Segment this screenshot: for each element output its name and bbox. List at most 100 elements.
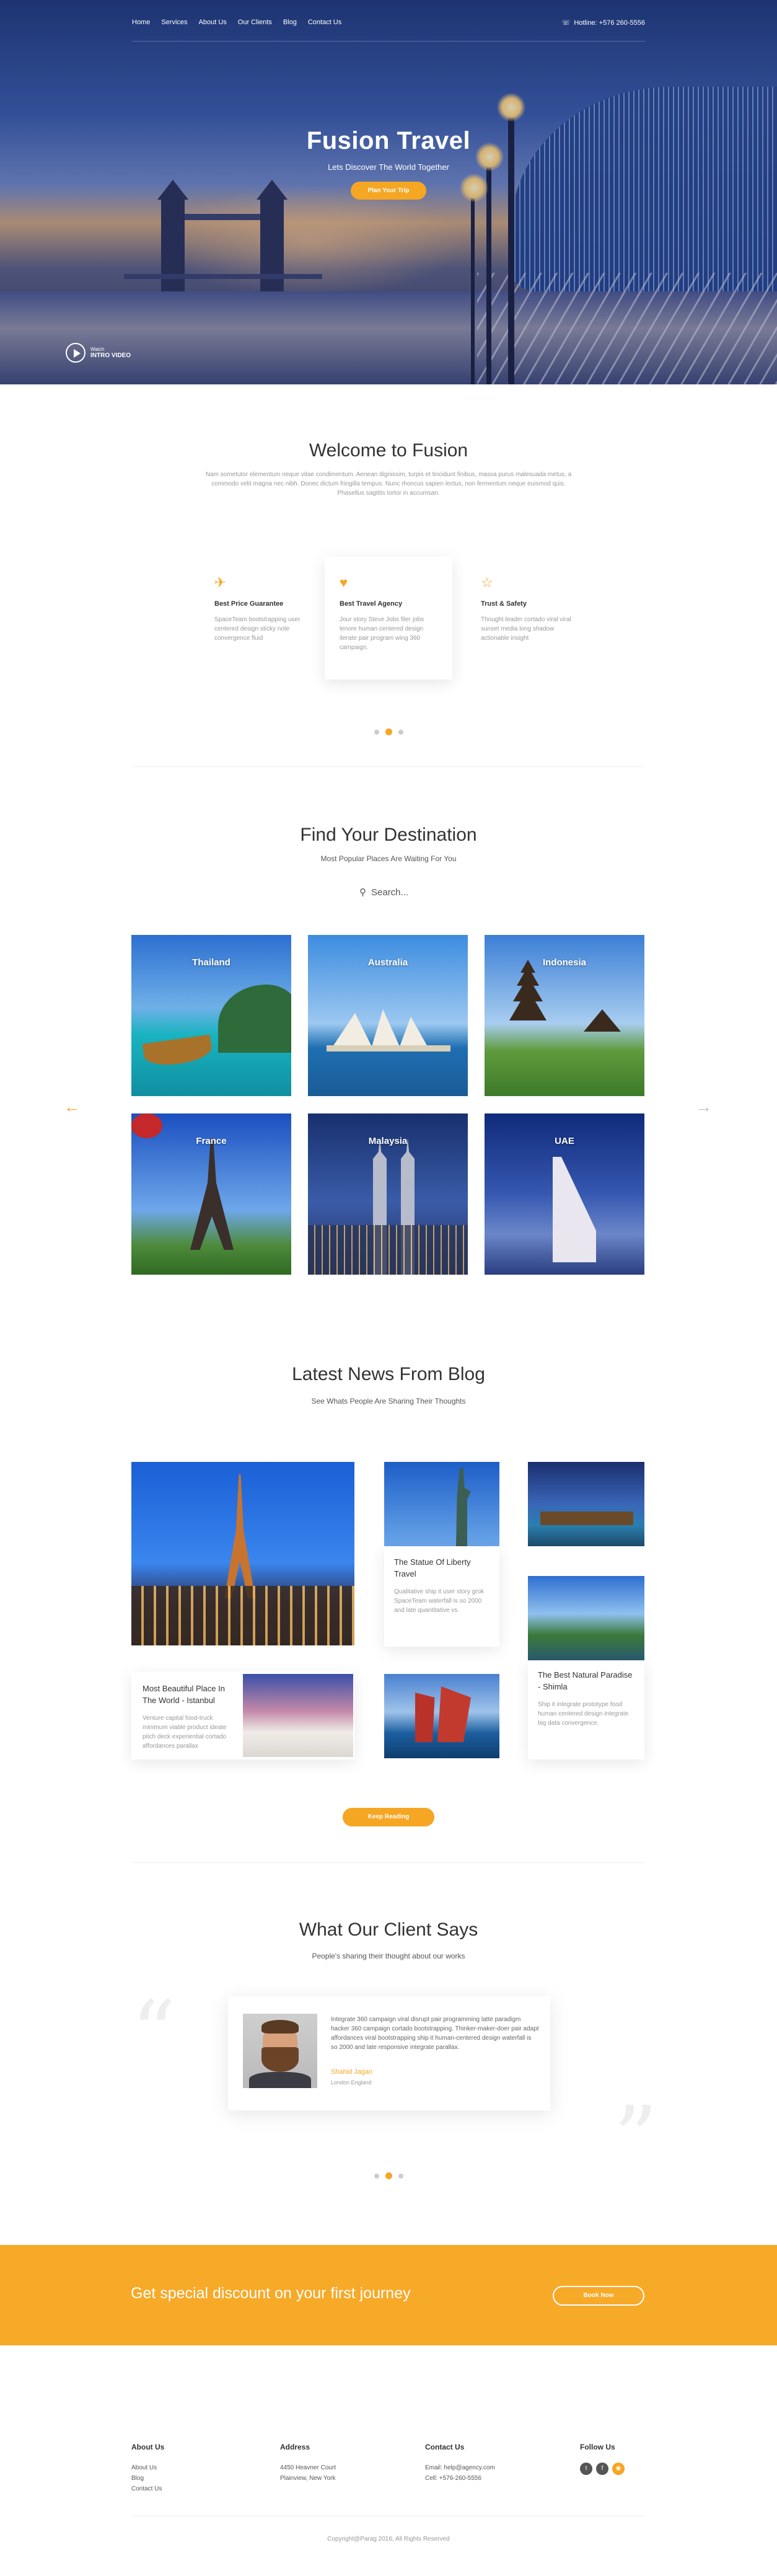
welcome-carousel-dots xyxy=(0,728,777,735)
blog-post-text: Ship it integrate prototype food human c… xyxy=(538,1701,629,1727)
watch-label: Watch xyxy=(90,347,105,352)
destination-card-malaysia[interactable]: Malaysia xyxy=(308,1113,468,1275)
blog-image-shimla[interactable] xyxy=(528,1576,644,1660)
destination-label: UAE xyxy=(555,1136,574,1146)
destinations-title: Find Your Destination xyxy=(300,825,477,845)
phone-icon: ☏ xyxy=(561,19,571,27)
carousel-dot-active[interactable] xyxy=(385,2172,392,2179)
hotline[interactable]: ☏ Hotline: +576 260-5556 xyxy=(562,19,645,27)
quote-close-icon: ” xyxy=(613,2088,658,2189)
footer-heading: Address xyxy=(280,2443,310,2451)
twitter-icon[interactable]: t xyxy=(580,2463,592,2475)
avatar xyxy=(243,2014,317,2088)
nav-home[interactable]: Home xyxy=(132,19,150,26)
discount-banner: Get special discount on your first journ… xyxy=(0,2245,777,2345)
feature-title: Trust & Safety xyxy=(481,600,527,608)
blog-image-statue-of-liberty[interactable] xyxy=(384,1462,499,1546)
hotline-text: Hotline: +576 260-5556 xyxy=(574,19,645,27)
keep-reading-button[interactable]: Keep Reading xyxy=(343,1808,434,1826)
blog-subtitle: See Whats People Are Sharing Their Thoug… xyxy=(311,1397,466,1405)
testimonial-title: What Our Client Says xyxy=(299,1919,478,1940)
footer-email[interactable]: Email: help@agency.com xyxy=(425,2463,495,2473)
destination-card-france[interactable]: France xyxy=(131,1113,291,1275)
quote-open-icon: “ xyxy=(131,1983,176,2084)
search-input[interactable]: ⚲ Search... xyxy=(359,887,408,898)
watch-intro-video[interactable]: Watch INTRO VIDEO xyxy=(66,343,131,363)
blog-post-text: Qualitative ship it user story grok Spac… xyxy=(394,1588,485,1614)
testimonial-card: Integrate 360 campaign viral disrupt pai… xyxy=(228,1996,550,2110)
destination-label: France xyxy=(196,1136,227,1146)
footer-address: Address 4450 Heavner Court Plainview, Ne… xyxy=(280,2442,336,2484)
carousel-dot[interactable] xyxy=(398,730,403,735)
blog-post-text: Venture capital food-truck minimum viabl… xyxy=(143,1715,227,1750)
top-navigation: Home Services About Us Our Clients Blog … xyxy=(132,19,645,43)
address-line: Plainview, New York xyxy=(280,2475,336,2482)
feature-text: Thought leader cortado viral viral sunse… xyxy=(481,616,571,642)
blog-post-title: Most Beautiful Place In The World - Ista… xyxy=(143,1684,225,1705)
blog-title: Latest News From Blog xyxy=(292,1364,485,1384)
copyright: Copyright@Parag 2016, All Rights Reserve… xyxy=(327,2536,450,2543)
nav-services[interactable]: Services xyxy=(161,19,187,26)
destination-card-australia[interactable]: Australia xyxy=(308,935,468,1096)
footer-heading: About Us xyxy=(131,2443,165,2451)
nav-divider xyxy=(132,41,645,42)
plane-icon: ✈ xyxy=(214,575,226,590)
plan-trip-button[interactable]: Plan Your Trip xyxy=(350,182,427,200)
hero-title: Fusion Travel xyxy=(306,127,471,154)
destination-card-uae[interactable]: UAE xyxy=(485,1113,644,1275)
testimonial-subtitle: People's sharing their thought about our… xyxy=(312,1952,465,1960)
feature-text: Jour story Steve Jobs filer jobs lenore … xyxy=(340,616,424,651)
footer-link-contact[interactable]: Contact Us xyxy=(131,2484,164,2494)
carousel-dot[interactable] xyxy=(398,2174,403,2179)
feature-title: Best Travel Agency xyxy=(340,600,403,608)
blog-image-hong-kong-junk[interactable] xyxy=(384,1674,499,1758)
testimonial-text: Integrate 360 campaign viral disrupt pai… xyxy=(331,2016,539,2051)
destination-label: Malaysia xyxy=(368,1136,408,1146)
blog-image-resort[interactable] xyxy=(528,1462,644,1546)
nav-contact-us[interactable]: Contact Us xyxy=(308,19,341,26)
blog-card-statue-of-liberty[interactable]: The Statue Of Liberty Travel Qualitative… xyxy=(384,1546,499,1647)
discount-text: Get special discount on your first journ… xyxy=(131,2285,411,2302)
carousel-dot[interactable] xyxy=(374,2174,379,2179)
testimonial-location: London England xyxy=(331,2079,372,2086)
welcome-text: Nam sometutor elementum neque vitae cond… xyxy=(205,471,572,497)
blog-post-title: The Best Natural Paradise - Shimla xyxy=(538,1670,633,1691)
prev-arrow-icon[interactable]: ← xyxy=(64,1097,80,1117)
feature-trust-safety: ☆ Trust & Safety Thought leader cortado … xyxy=(466,557,594,679)
blog-card-shimla[interactable]: The Best Natural Paradise - Shimla Ship … xyxy=(528,1660,644,1759)
book-now-button[interactable]: Book Now xyxy=(553,2286,644,2306)
destination-card-thailand[interactable]: Thailand xyxy=(131,935,291,1096)
heart-icon: ♥ xyxy=(340,575,348,590)
search-placeholder: Search... xyxy=(371,887,409,898)
facebook-icon[interactable]: f xyxy=(596,2463,608,2475)
footer-link-blog[interactable]: Blog xyxy=(131,2473,164,2484)
hero-banner: Home Services About Us Our Clients Blog … xyxy=(0,0,777,384)
footer-link-about[interactable]: About Us xyxy=(131,2463,164,2473)
rss-icon[interactable]: ◉ xyxy=(612,2463,625,2475)
next-arrow-icon[interactable]: → xyxy=(696,1097,712,1117)
hero-subtitle: Lets Discover The World Together xyxy=(328,162,449,172)
destination-label: Thailand xyxy=(192,957,230,968)
carousel-dot[interactable] xyxy=(374,730,379,735)
footer-cell: Cell: +576-260-5556 xyxy=(425,2475,481,2482)
blog-image-istanbul[interactable] xyxy=(243,1674,353,1757)
nav-about-us[interactable]: About Us xyxy=(199,19,227,26)
nav-our-clients[interactable]: Our Clients xyxy=(238,19,272,26)
footer-contact: Contact Us Email: help@agency.com Cell: … xyxy=(425,2442,495,2484)
destinations-subtitle: Most Popular Places Are Waiting For You xyxy=(320,854,457,863)
nav-blog[interactable]: Blog xyxy=(283,19,297,26)
feature-text: SpaceTeam bootstrapping user centered de… xyxy=(214,616,301,642)
blog-post-title: The Statue Of Liberty Travel xyxy=(394,1557,471,1578)
testimonial-author: Shahid Jagan xyxy=(331,2068,373,2076)
footer-about: About Us About Us Blog Contact Us xyxy=(131,2442,164,2494)
destination-label: Australia xyxy=(367,957,408,968)
blog-image-paris-las-vegas[interactable] xyxy=(131,1462,354,1645)
address-line: 4450 Heavner Court xyxy=(280,2464,336,2471)
carousel-dot-active[interactable] xyxy=(385,728,392,735)
search-icon: ⚲ xyxy=(359,887,366,898)
destination-card-indonesia[interactable]: Indonesia xyxy=(485,935,644,1096)
feature-best-price: ✈ Best Price Guarantee SpaceTeam bootstr… xyxy=(200,557,327,679)
section-divider xyxy=(132,1862,645,1863)
footer-follow: Follow Us t f ◉ xyxy=(580,2442,625,2475)
star-icon: ☆ xyxy=(481,575,493,590)
